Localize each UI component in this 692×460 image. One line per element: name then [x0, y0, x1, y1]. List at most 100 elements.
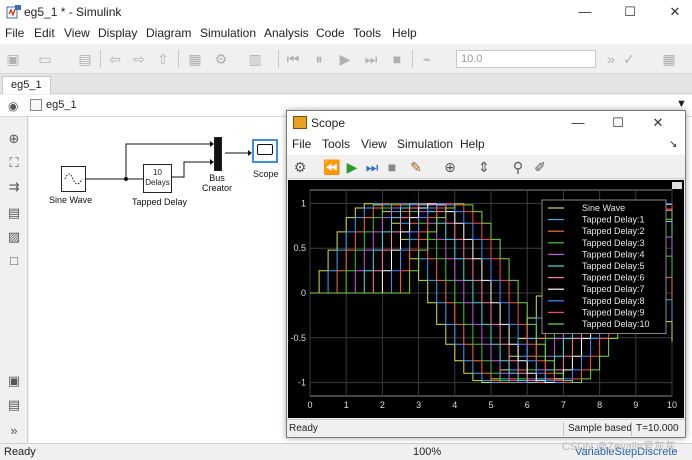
expand-chevron-icon[interactable]: » — [6, 423, 22, 439]
scope-menu-help[interactable]: Help — [460, 137, 485, 151]
menu-diagram[interactable]: Diagram — [146, 26, 191, 40]
model-icon — [30, 99, 42, 111]
scope-stop-icon[interactable]: ■ — [383, 158, 401, 176]
close-button[interactable]: ✕ — [660, 2, 690, 22]
legend-entry: Tapped Delay:5 — [582, 261, 645, 271]
x-tick-label: 8 — [597, 400, 602, 410]
zoom-icon[interactable]: ⊕ — [6, 131, 22, 147]
tab-model[interactable]: eg5_1 — [2, 76, 51, 94]
scope-autoscale-icon[interactable]: ⇕ — [475, 158, 493, 176]
open-folder-icon[interactable]: ▭ — [36, 50, 54, 68]
run-icon[interactable]: ▶ — [336, 50, 354, 68]
legend-entry: Tapped Delay:3 — [582, 238, 645, 248]
menu-analysis[interactable]: Analysis — [264, 26, 309, 40]
scope-title: Scope — [311, 116, 346, 130]
x-tick-label: 9 — [633, 400, 638, 410]
watermark: CSDN @Zevalin爱灰灰 — [562, 441, 676, 453]
window-title-bar: eg5_1 * - Simulink — ☐ ✕ — [0, 0, 692, 24]
pause-icon[interactable]: ⏸ — [310, 50, 328, 68]
annotation-icon[interactable]: ▤ — [6, 205, 22, 221]
record-scope-icon[interactable]: ⌁ — [418, 50, 436, 68]
status-ready: Ready — [4, 446, 36, 458]
scope-screen-icon — [257, 144, 273, 155]
stop-icon[interactable]: ■ — [388, 50, 406, 68]
tapped-delay-block[interactable]: 10 Delays — [143, 164, 172, 193]
step-back-icon[interactable]: ⏮ — [284, 50, 302, 68]
bus-creator-block[interactable] — [214, 137, 222, 171]
menu-view[interactable]: View — [64, 26, 90, 40]
maximize-button[interactable]: ☐ — [615, 2, 645, 22]
simulink-logo-icon — [6, 5, 21, 19]
sine-wave-block[interactable] — [61, 166, 86, 192]
legend-entry: Tapped Delay:2 — [582, 226, 645, 236]
scope-triggers-icon[interactable]: ⚲ — [509, 158, 527, 176]
y-tick-label: -0.5 — [290, 333, 306, 343]
y-tick-label: 1 — [301, 198, 306, 208]
plot-undock-icon — [672, 182, 682, 189]
menu-bar: File Edit View Display Diagram Simulatio… — [0, 24, 692, 44]
sine-wave-label: Sine Wave — [49, 195, 93, 205]
tapped-delay-label: Tapped Delay — [132, 197, 188, 207]
scope-step-back-icon[interactable]: ⏪ — [323, 158, 341, 176]
model-browser-icon[interactable]: ▤ — [6, 397, 22, 413]
scope-block[interactable] — [252, 139, 278, 163]
scope-plot-area[interactable]: 0 1 2 3 4 5 6 7 8 9 10 1 0.5 0 -0.5 -1 Sine Wave Tapped D… — [288, 180, 684, 418]
menu-file[interactable]: File — [5, 26, 24, 40]
step-forward-icon[interactable]: ⏭ — [362, 50, 380, 68]
scope-step-forward-icon[interactable]: ⏭ — [363, 158, 381, 176]
scope-maximize-button[interactable]: ☐ — [603, 113, 633, 133]
menu-code[interactable]: Code — [316, 26, 345, 40]
menu-edit[interactable]: Edit — [34, 26, 55, 40]
legend-entry: Tapped Delay:4 — [582, 249, 645, 259]
forward-arrow-icon[interactable]: ⇨ — [130, 50, 148, 68]
back-arrow-icon[interactable]: ⇦ — [106, 50, 124, 68]
settings-gear-icon[interactable]: ⚙ — [212, 50, 230, 68]
screenshot-icon[interactable]: ▣ — [6, 373, 22, 389]
menu-tools[interactable]: Tools — [353, 26, 381, 40]
minimize-button[interactable]: — — [570, 2, 600, 22]
scope-menu-file[interactable]: File — [292, 137, 311, 151]
scope-style-icon[interactable]: ✐ — [531, 158, 549, 176]
legend-entry: Tapped Delay:10 — [582, 319, 650, 329]
scope-settings-icon[interactable]: ⚙ — [291, 158, 309, 176]
arrow-tool-icon[interactable]: ⇉ — [6, 179, 22, 195]
explorer-bar-dropdown-icon[interactable]: ▼ — [676, 98, 687, 110]
scope-menu-tools[interactable]: Tools — [322, 137, 350, 151]
scope-close-button[interactable]: ✕ — [643, 113, 673, 133]
x-tick-label: 10 — [667, 400, 677, 410]
breadcrumb[interactable]: eg5_1 — [46, 99, 77, 111]
stop-time-input[interactable]: 10.0 — [456, 50, 596, 68]
fit-to-view-icon[interactable]: ⛶ — [6, 155, 22, 171]
area-icon[interactable]: □ — [6, 253, 22, 269]
save-icon[interactable]: ▤ — [76, 50, 94, 68]
x-tick-label: 6 — [525, 400, 530, 410]
model-explorer-icon[interactable]: ▥ — [246, 50, 264, 68]
x-tick-label: 7 — [561, 400, 566, 410]
x-tick-label: 4 — [452, 400, 457, 410]
toolbar-separator — [100, 50, 101, 68]
data-inspector-icon[interactable]: ▦ — [660, 50, 678, 68]
image-icon[interactable]: ▨ — [6, 229, 22, 245]
scope-minimize-button[interactable]: — — [563, 113, 593, 133]
up-arrow-icon[interactable]: ⇧ — [154, 50, 172, 68]
legend-entry: Tapped Delay:1 — [582, 215, 645, 225]
more-chevron-icon[interactable]: » — [602, 50, 620, 68]
new-model-icon[interactable]: ▣ — [4, 50, 22, 68]
model-advisor-icon[interactable]: ✓ — [620, 50, 638, 68]
dock-arrow-icon[interactable]: ↘ — [669, 139, 677, 150]
scope-highlight-icon[interactable]: ✎ — [407, 158, 425, 176]
menu-display[interactable]: Display — [98, 26, 137, 40]
y-tick-label: 0 — [301, 288, 306, 298]
scope-menu-view[interactable]: View — [361, 137, 387, 151]
scope-menu-simulation[interactable]: Simulation — [397, 137, 453, 151]
scope-menu-bar: File Tools View Simulation Help ↘ — [287, 135, 685, 155]
scope-zoom-icon[interactable]: ⊕ — [441, 158, 459, 176]
scope-sample-mode: Sample based — [563, 422, 632, 436]
menu-simulation[interactable]: Simulation — [200, 26, 256, 40]
menu-help[interactable]: Help — [392, 26, 417, 40]
hide-browser-icon[interactable]: ◉ — [8, 99, 18, 113]
library-browser-icon[interactable]: ▦ — [186, 50, 204, 68]
toolbar-separator — [278, 50, 279, 68]
legend-entry: Tapped Delay:7 — [582, 284, 645, 294]
scope-run-icon[interactable]: ▶ — [343, 158, 361, 176]
